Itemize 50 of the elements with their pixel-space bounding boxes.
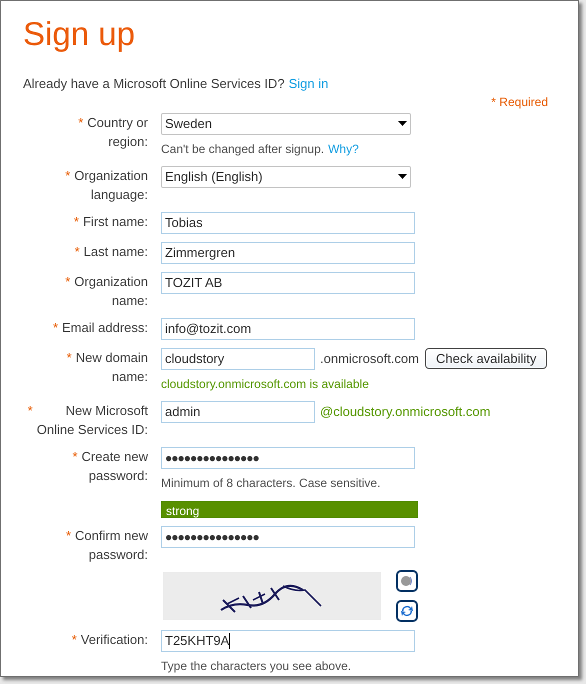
signin-prompt: Already have a Microsoft Online Services ID? <box>23 75 285 93</box>
field-label: Verification: <box>80 630 148 648</box>
refresh-icon <box>400 604 414 618</box>
field-hint: Can't be changed after signup. <box>161 140 324 158</box>
text-field[interactable]: admin <box>161 400 315 422</box>
dropdown[interactable]: English (English) <box>161 166 411 188</box>
field-label: Last name: <box>84 242 148 260</box>
required-asterisk: * <box>28 402 33 420</box>
field-label: Country or region: <box>87 114 148 151</box>
domain-suffix: @cloudstory.onmicrosoft.com <box>320 402 490 421</box>
field-label: Create new password: <box>82 448 148 485</box>
field-label: New Microsoft Online Services ID: <box>36 402 148 438</box>
required-note: * Required <box>491 94 548 110</box>
check-availability-button[interactable]: Check availability <box>424 348 548 369</box>
dropdown[interactable]: Sweden <box>161 112 411 134</box>
required-asterisk: * <box>66 348 72 366</box>
required-asterisk: * <box>72 630 77 648</box>
caret-icon <box>398 174 407 179</box>
caret-icon <box>398 121 407 126</box>
text-field[interactable]: info@tozit.com <box>161 318 415 340</box>
field-label: Confirm new password: <box>75 526 148 564</box>
strength-label: strong <box>165 504 200 518</box>
field-label: New domain name: <box>76 348 148 386</box>
speaker-icon <box>400 574 414 588</box>
text-field[interactable]: Zimmergren <box>161 242 415 264</box>
field-hint: Minimum of 8 characters. Case sensitive. <box>161 474 380 492</box>
text-field[interactable]: Tobias <box>161 212 415 234</box>
required-asterisk: * <box>65 272 70 290</box>
field-label: Email address: <box>62 318 148 336</box>
required-asterisk: * <box>65 166 70 184</box>
text-field[interactable]: TOZIT AB <box>161 272 415 294</box>
audio-button[interactable] <box>396 570 418 592</box>
field-hint: Type the characters you see above. <box>161 658 352 674</box>
page-title: Sign up <box>23 17 136 50</box>
required-asterisk: * <box>52 318 58 336</box>
required-asterisk: * <box>74 212 79 230</box>
text-field[interactable]: ●●●●●●●●●●●●●●● <box>161 446 415 468</box>
required-asterisk: * <box>78 114 84 132</box>
text-field[interactable]: T25KHT9A <box>161 630 415 652</box>
field-label: First name: <box>82 212 148 230</box>
text-field[interactable]: cloudstory <box>161 348 315 370</box>
field-label: Organization language: <box>74 166 148 204</box>
domain-suffix: .onmicrosoft.com <box>320 350 419 368</box>
required-asterisk: * <box>66 526 72 544</box>
field-label: Organization name: <box>74 272 148 310</box>
field-hint: cloudstory.onmicrosoft.com is available <box>161 376 369 392</box>
required-asterisk: * <box>74 242 80 260</box>
text-field[interactable]: ●●●●●●●●●●●●●●● <box>161 526 415 548</box>
refresh-button[interactable] <box>396 600 418 622</box>
required-asterisk: * <box>72 448 78 466</box>
